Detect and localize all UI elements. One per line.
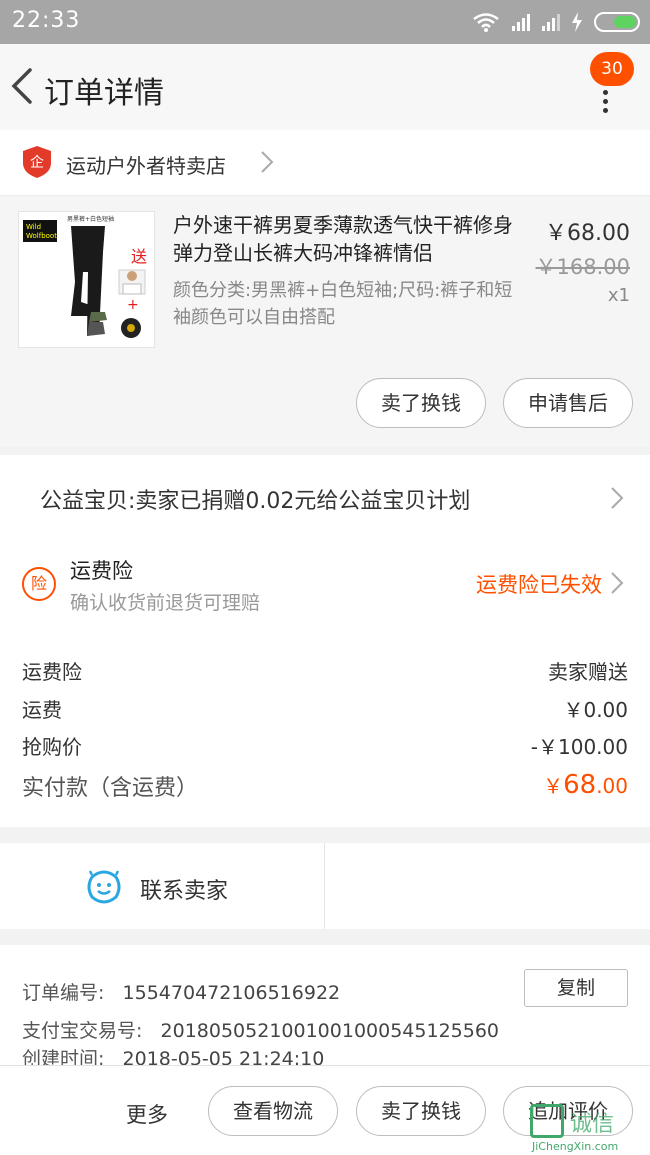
- created-time-row: 创建时间: 2018-05-05 21:24:10: [22, 1044, 324, 1065]
- signal-icon-2: [542, 13, 560, 31]
- thumb-top-label: 男黑裤+白色短袖: [67, 215, 114, 223]
- chevron-right-icon: [611, 487, 624, 509]
- total-paid-label: 实付款（含运费）: [22, 776, 199, 801]
- fee-label: 运费: [22, 698, 62, 722]
- item-spec: 颜色分类:男黑裤+白色短袖;尺码:裤子和短袖颜色可以自由搭配: [173, 280, 513, 328]
- status-bar: 22:33: [0, 0, 650, 44]
- chat-smile-icon: [87, 870, 121, 904]
- copy-button[interactable]: 复制: [524, 969, 628, 1007]
- created-time: 2018-05-05 21:24:10: [122, 1048, 325, 1065]
- watermark-url: JiChengXin.com: [532, 1140, 619, 1153]
- sell-for-cash-button[interactable]: 卖了换钱: [356, 378, 486, 428]
- alipay-number-label: 支付宝交易号:: [22, 1020, 143, 1042]
- watermark-text: 诚信: [570, 1112, 615, 1137]
- insurance-status: 运费险已失效: [476, 573, 602, 597]
- fee-value: ￥0.00: [563, 698, 628, 722]
- item-title[interactable]: 户外速干裤男夏季薄款透气快干裤修身弹力登山长裤大码冲锋裤情侣: [173, 211, 525, 267]
- charity-row[interactable]: 公益宝贝:卖家已捐赠0.02元给公益宝贝计划: [0, 455, 650, 541]
- alipay-number: 2018050521001001000545125560: [160, 1020, 500, 1042]
- more-menu-button[interactable]: 30: [590, 52, 636, 122]
- item-original-price: ￥168.00: [535, 255, 630, 279]
- insurance-title: 运费险: [70, 559, 133, 583]
- contact-seller-button[interactable]: 联系卖家: [0, 843, 325, 929]
- alipay-number-row: 支付宝交易号: 2018050521001001000545125560: [22, 1016, 499, 1043]
- battery-icon: [594, 12, 640, 32]
- order-number: 1554704721065169​22: [122, 982, 341, 1004]
- fee-row: 运费险 卖家赠送: [22, 656, 628, 686]
- product-image: Wild Wolfboot 男黑裤+白色短袖 送 +: [23, 215, 147, 338]
- product-thumbnail[interactable]: Wild Wolfboot 男黑裤+白色短袖 送 +: [18, 211, 155, 348]
- message-count-badge: 30: [590, 52, 634, 86]
- charging-icon: [572, 12, 582, 32]
- gift-label: 送: [131, 247, 147, 266]
- shipping-insurance-row[interactable]: 险 运费险 确认收货前退货可理赔 运费险已失效: [0, 541, 650, 627]
- svg-text:企: 企: [30, 154, 44, 171]
- sell-for-cash-button[interactable]: 卖了换钱: [356, 1086, 486, 1136]
- watermark-logo: 诚信 JiChengXin.com: [530, 1104, 648, 1154]
- insurance-icon: 险: [22, 567, 56, 601]
- status-time: 22:33: [12, 8, 81, 33]
- fee-row: 运费 ￥0.00: [22, 694, 628, 724]
- item-price: ￥68.00: [545, 221, 630, 246]
- contact-seller-label: 联系卖家: [140, 879, 229, 904]
- order-number-row: 订单编号: 1554704721065169​22: [22, 978, 340, 1005]
- insurance-subtitle: 确认收货前退货可理赔: [70, 592, 261, 614]
- more-actions-button[interactable]: 更多: [126, 1099, 168, 1129]
- page-title: 订单详情: [44, 76, 164, 111]
- watermark-mark: [530, 1104, 564, 1138]
- total-paid-row: 实付款（含运费） ￥68.00: [22, 770, 628, 806]
- shop-name: 运动户外者特卖店: [66, 154, 226, 178]
- nav-bar: 订单详情 30: [0, 44, 650, 130]
- order-info: 订单编号: 1554704721065169​22 复制 支付宝交易号: 201…: [0, 945, 650, 1065]
- fee-value: -￥100.00: [530, 735, 628, 759]
- chevron-right-icon: [611, 572, 624, 594]
- shop-row[interactable]: 企 运动户外者特卖店: [0, 130, 650, 196]
- fee-label: 运费险: [22, 660, 82, 684]
- order-number-label: 订单编号:: [22, 982, 105, 1004]
- created-time-label: 创建时间:: [22, 1048, 105, 1065]
- wifi-icon: [473, 13, 499, 32]
- signal-icon-1: [512, 13, 530, 31]
- fee-label: 抢购价: [22, 735, 82, 759]
- total-paid-value: ￥68.00: [543, 770, 628, 800]
- fee-summary: 运费险 卖家赠送 运费 ￥0.00 抢购价 -￥100.00 实付款（含运费） …: [0, 627, 650, 827]
- item-quantity: x1: [607, 285, 630, 306]
- more-dots-icon: [603, 90, 611, 117]
- brand-line2: Wolfboot: [26, 232, 57, 240]
- contact-bar: 联系卖家: [0, 843, 650, 929]
- brand-line1: Wild: [26, 223, 41, 231]
- order-item[interactable]: Wild Wolfboot 男黑裤+白色短袖 送 + 户外速干裤男夏季薄款透气快…: [0, 197, 650, 447]
- fee-row: 抢购价 -￥100.00: [22, 731, 628, 761]
- back-arrow-icon[interactable]: [8, 66, 38, 106]
- view-logistics-button[interactable]: 查看物流: [208, 1086, 338, 1136]
- status-icons: [472, 10, 640, 34]
- chevron-right-icon: [261, 151, 274, 173]
- request-after-sale-button[interactable]: 申请售后: [503, 378, 633, 428]
- svg-text:+: +: [127, 297, 139, 313]
- charity-text: 公益宝贝:卖家已捐赠0.02元给公益宝贝计划: [40, 489, 471, 514]
- fee-value: 卖家赠送: [548, 660, 628, 684]
- shop-badge-icon: 企: [23, 146, 51, 178]
